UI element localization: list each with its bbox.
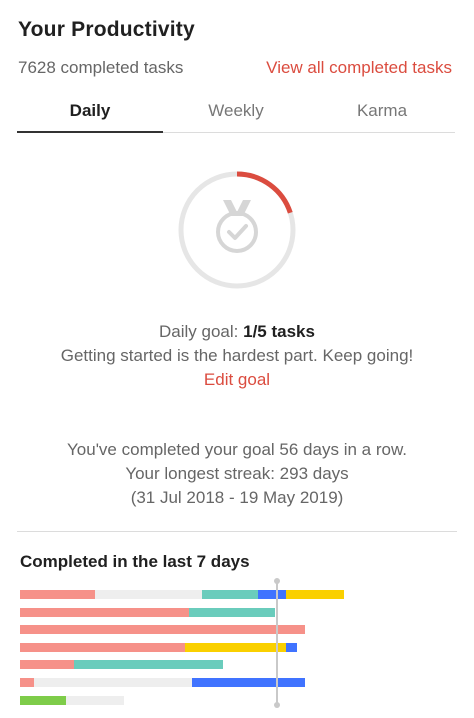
- daily-goal-label: Daily goal:: [159, 322, 244, 341]
- chart-marker-bottom-dot: [274, 702, 280, 708]
- chart-bar-segment: [66, 695, 124, 705]
- page-title: Your Productivity: [18, 18, 195, 41]
- tab-karma[interactable]: Karma: [309, 92, 455, 132]
- tab-daily[interactable]: Daily: [17, 92, 163, 133]
- chart-bar-segment: [258, 590, 286, 599]
- chart-bar-segment: [185, 642, 286, 652]
- chart-bar-segment: [20, 607, 189, 617]
- daily-goal-ring: [178, 171, 296, 289]
- section-divider: [17, 531, 457, 532]
- chart-bar-segment: [286, 642, 297, 652]
- tab-weekly[interactable]: Weekly: [163, 92, 309, 132]
- chart-bar-row: [20, 678, 305, 687]
- chart-bar-segment: [20, 642, 185, 652]
- view-all-completed-link[interactable]: View all completed tasks: [266, 58, 452, 78]
- productivity-tabs: Daily Weekly Karma: [17, 92, 455, 133]
- chart-bar-row: [20, 695, 124, 705]
- last-7-days-title: Completed in the last 7 days: [20, 552, 250, 571]
- edit-goal-container: Edit goal: [0, 370, 474, 390]
- chart-bar-segment: [20, 590, 95, 599]
- chart-bar-segment: [20, 660, 74, 670]
- medal-check-icon: [216, 200, 258, 253]
- chart-marker-top-dot: [274, 578, 280, 584]
- chart-bar-segment: [20, 695, 66, 705]
- edit-goal-link[interactable]: Edit goal: [204, 370, 270, 389]
- chart-bar-row: [20, 660, 223, 670]
- chart-bar-segment: [286, 590, 344, 599]
- longest-streak-text: Your longest streak: 293 days: [125, 464, 349, 483]
- daily-goal-summary: Daily goal: 1/5 tasks: [0, 322, 474, 342]
- chart-bar-row: [20, 625, 305, 635]
- last-7-days-chart: [20, 578, 460, 710]
- longest-streak-range: (31 Jul 2018 - 19 May 2019): [130, 488, 344, 507]
- chart-bar-segment: [74, 660, 223, 670]
- chart-bar-segment: [192, 678, 305, 687]
- completed-tasks-count: 7628 completed tasks: [18, 58, 184, 77]
- current-streak-text: You've completed your goal 56 days in a …: [67, 440, 407, 459]
- chart-bar-segment: [95, 590, 202, 599]
- chart-bar-segment: [20, 625, 305, 635]
- chart-bar-segment: [34, 678, 192, 687]
- chart-bar-segment: [202, 590, 258, 599]
- chart-bar-row: [20, 590, 344, 599]
- daily-goal-value: 1/5 tasks: [243, 322, 315, 341]
- chart-bar-segment: [189, 607, 275, 617]
- chart-bar-row: [20, 607, 275, 617]
- chart-goal-marker: [276, 582, 278, 706]
- chart-bar-segment: [20, 678, 34, 687]
- chart-bar-row: [20, 642, 297, 652]
- daily-goal-message: Getting started is the hardest part. Kee…: [60, 346, 414, 365]
